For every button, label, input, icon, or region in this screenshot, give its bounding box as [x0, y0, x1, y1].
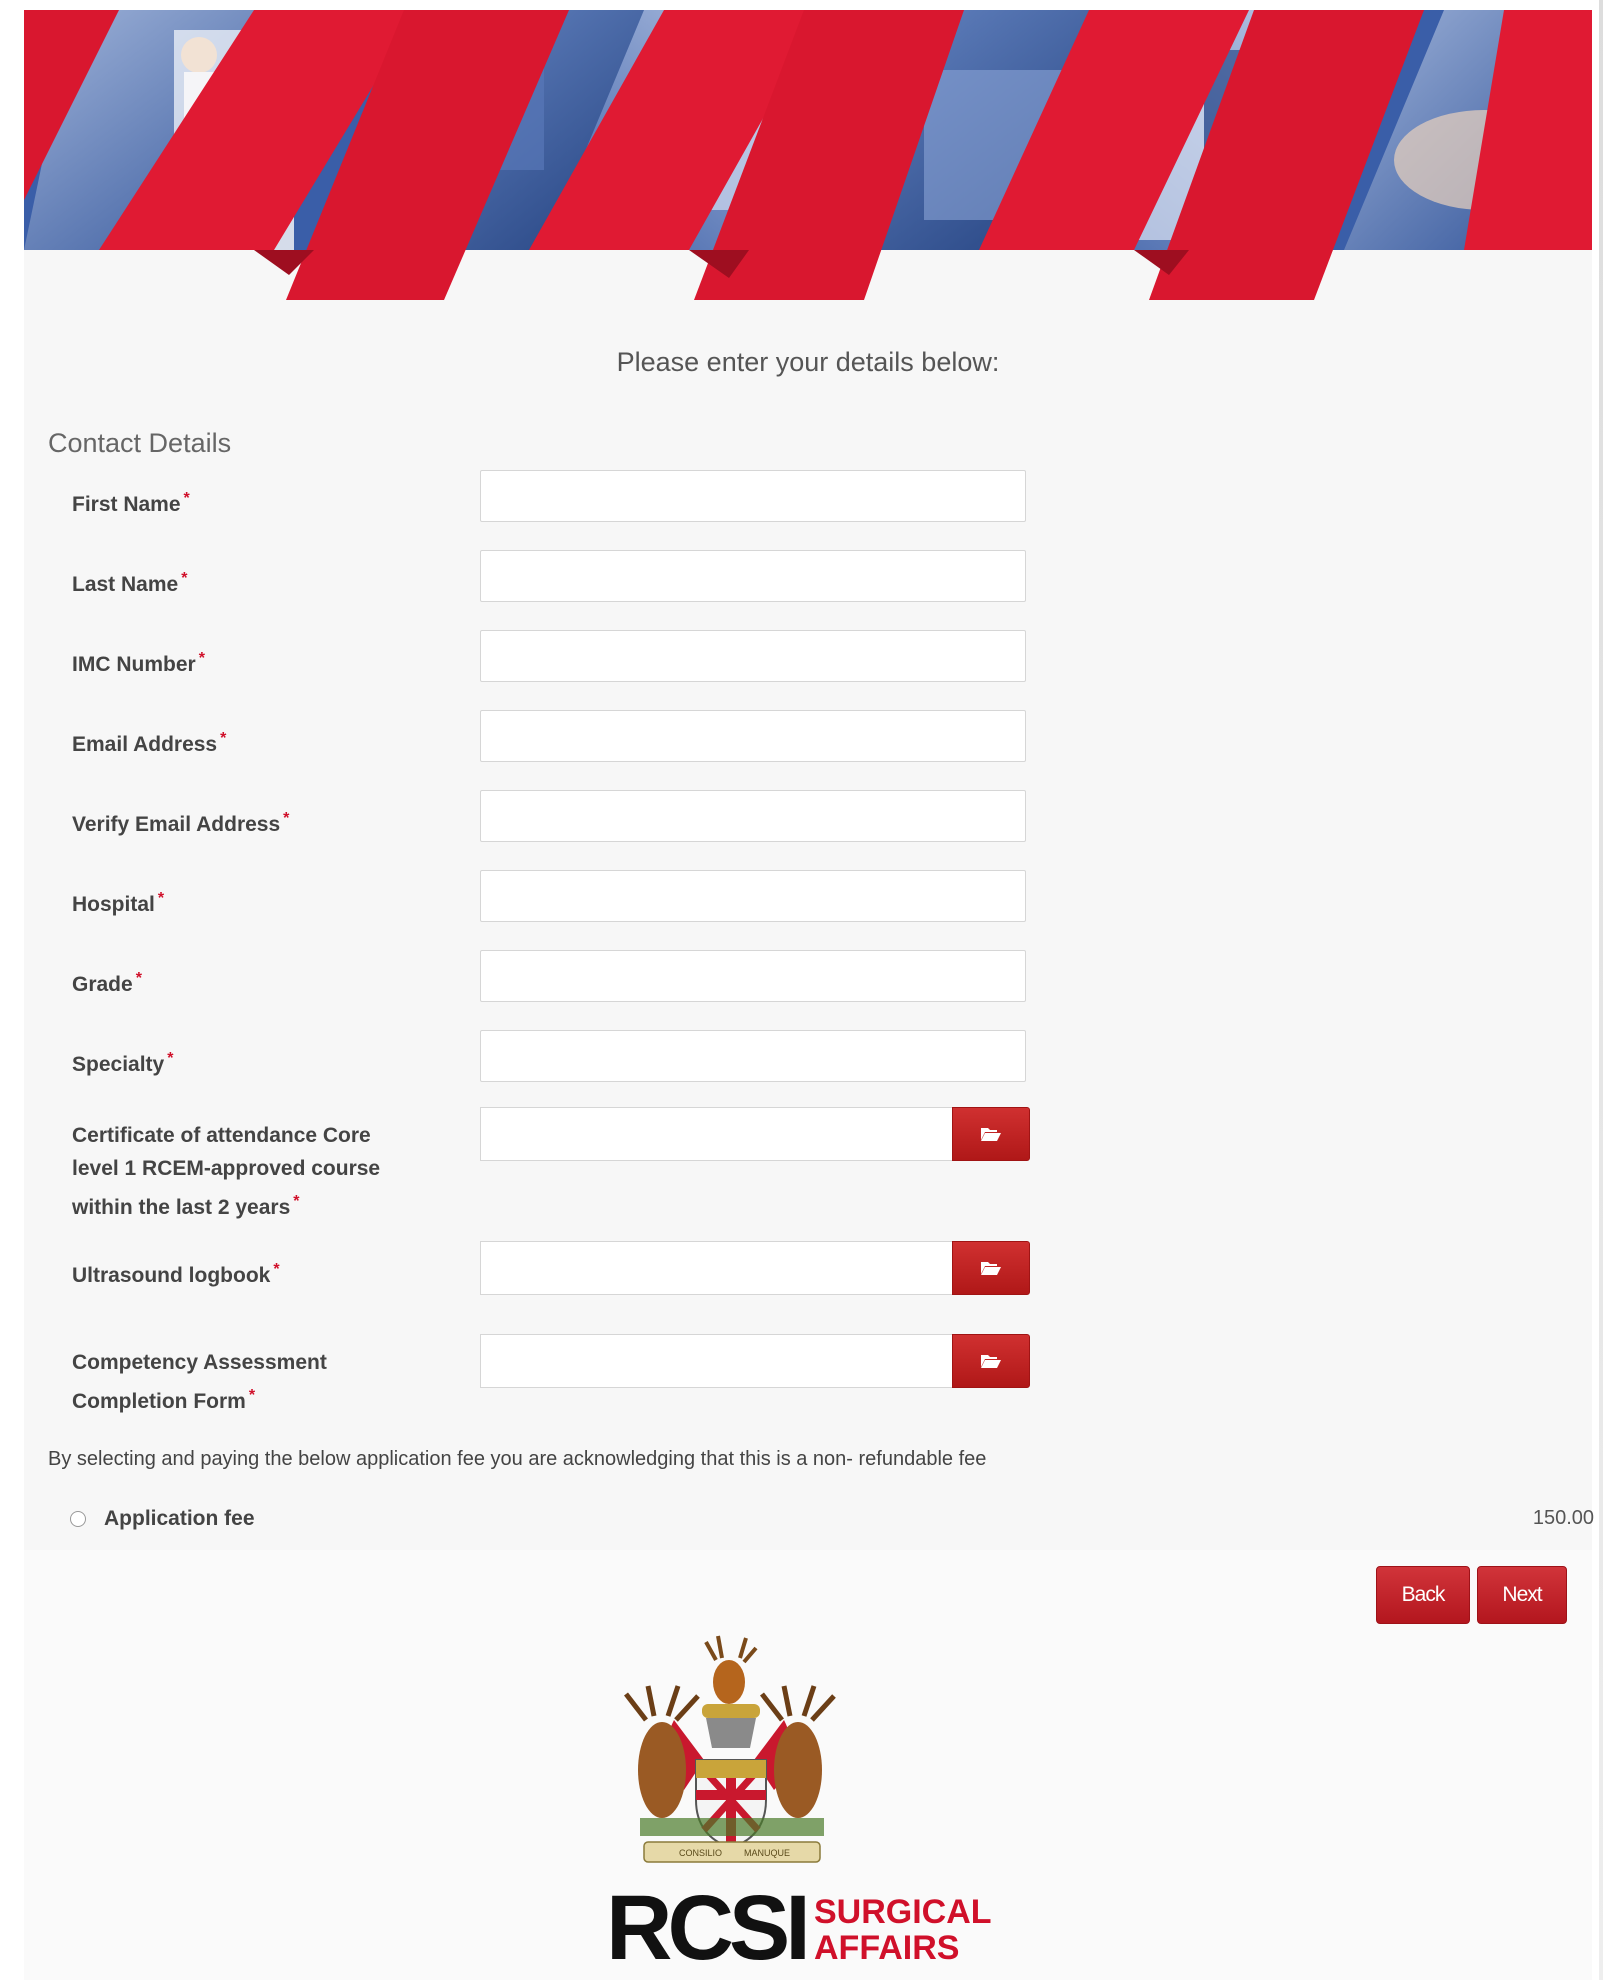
- field-label: Ultrasound logbook *: [72, 1261, 280, 1287]
- competency-file-input[interactable]: [480, 1334, 952, 1388]
- specialty-input[interactable]: [480, 1030, 1026, 1082]
- next-button[interactable]: Next: [1477, 1566, 1567, 1624]
- crest-motto-right: MANUQUE: [744, 1848, 790, 1858]
- certificate-file-input[interactable]: [480, 1107, 952, 1161]
- crest-motto-left: CONSILIO: [679, 1848, 722, 1858]
- folder-open-icon: [981, 1262, 1001, 1275]
- required-mark: *: [181, 570, 188, 587]
- fee-disclaimer: By selecting and paying the below applic…: [48, 1448, 987, 1470]
- field-label: Last Name *: [72, 570, 188, 596]
- required-mark: *: [183, 490, 190, 507]
- email-input[interactable]: [480, 710, 1026, 762]
- field-label: Competency Assessment Completion Form *: [72, 1351, 327, 1413]
- page-container: Please enter your details below: Contact…: [24, 10, 1594, 1980]
- certificate-browse-button[interactable]: [952, 1107, 1030, 1161]
- banner-image: [24, 10, 1592, 300]
- field-label: Email Address *: [72, 730, 227, 756]
- application-fee-radio[interactable]: [70, 1511, 86, 1527]
- required-mark: *: [220, 730, 227, 747]
- hospital-input[interactable]: [480, 870, 1026, 922]
- required-mark: *: [248, 1387, 256, 1404]
- field-label: Certificate of attendance Core level 1 R…: [72, 1124, 381, 1219]
- application-fee-label: Application fee: [104, 1507, 255, 1530]
- page-edge: [1599, 0, 1603, 1980]
- logo-affairs-text: AFFAIRS: [814, 1929, 960, 1967]
- rcsi-logo: CONSILIO MANUQUE RCSI SURGICAL AFFAIRS: [584, 1620, 1030, 1980]
- verify-email-input[interactable]: [480, 790, 1026, 842]
- required-mark: *: [273, 1261, 280, 1278]
- field-label: Hospital *: [72, 890, 165, 916]
- section-title: Contact Details: [48, 428, 232, 458]
- ultrasound-file-input[interactable]: [480, 1241, 952, 1295]
- application-fee-option[interactable]: Application fee 150.00: [70, 1507, 1594, 1537]
- field-label: First Name *: [72, 490, 190, 516]
- header-banner: [24, 10, 1592, 300]
- ultrasound-file-picker: [480, 1241, 1030, 1295]
- field-label: Verify Email Address *: [72, 810, 290, 836]
- required-mark: *: [293, 1193, 300, 1210]
- rcsi-crest-icon: CONSILIO MANUQUE: [624, 1635, 836, 1863]
- field-label: IMC Number *: [72, 650, 205, 676]
- page-intro: Please enter your details below:: [616, 347, 1000, 377]
- field-label: Grade *: [72, 970, 142, 996]
- ultrasound-browse-button[interactable]: [952, 1241, 1030, 1295]
- folder-open-icon: [981, 1128, 1001, 1141]
- folder-open-icon: [981, 1355, 1001, 1368]
- grade-input[interactable]: [480, 950, 1026, 1002]
- competency-file-picker: [480, 1334, 1030, 1388]
- logo-rcsi-text: RCSI: [606, 1877, 811, 1979]
- certificate-file-picker: [480, 1107, 1030, 1161]
- imc-number-input[interactable]: [480, 630, 1026, 682]
- required-mark: *: [283, 810, 290, 827]
- required-mark: *: [157, 890, 165, 907]
- first-name-input[interactable]: [480, 470, 1026, 522]
- logo-surgical-text: SURGICAL: [814, 1893, 992, 1931]
- competency-browse-button[interactable]: [952, 1334, 1030, 1388]
- application-fee-amount: 150.00: [1532, 1507, 1594, 1529]
- required-mark: *: [135, 970, 142, 987]
- required-mark: *: [167, 1050, 174, 1067]
- required-mark: *: [198, 650, 205, 667]
- last-name-input[interactable]: [480, 550, 1026, 602]
- field-label: Specialty *: [72, 1050, 174, 1076]
- back-button[interactable]: Back: [1376, 1566, 1470, 1624]
